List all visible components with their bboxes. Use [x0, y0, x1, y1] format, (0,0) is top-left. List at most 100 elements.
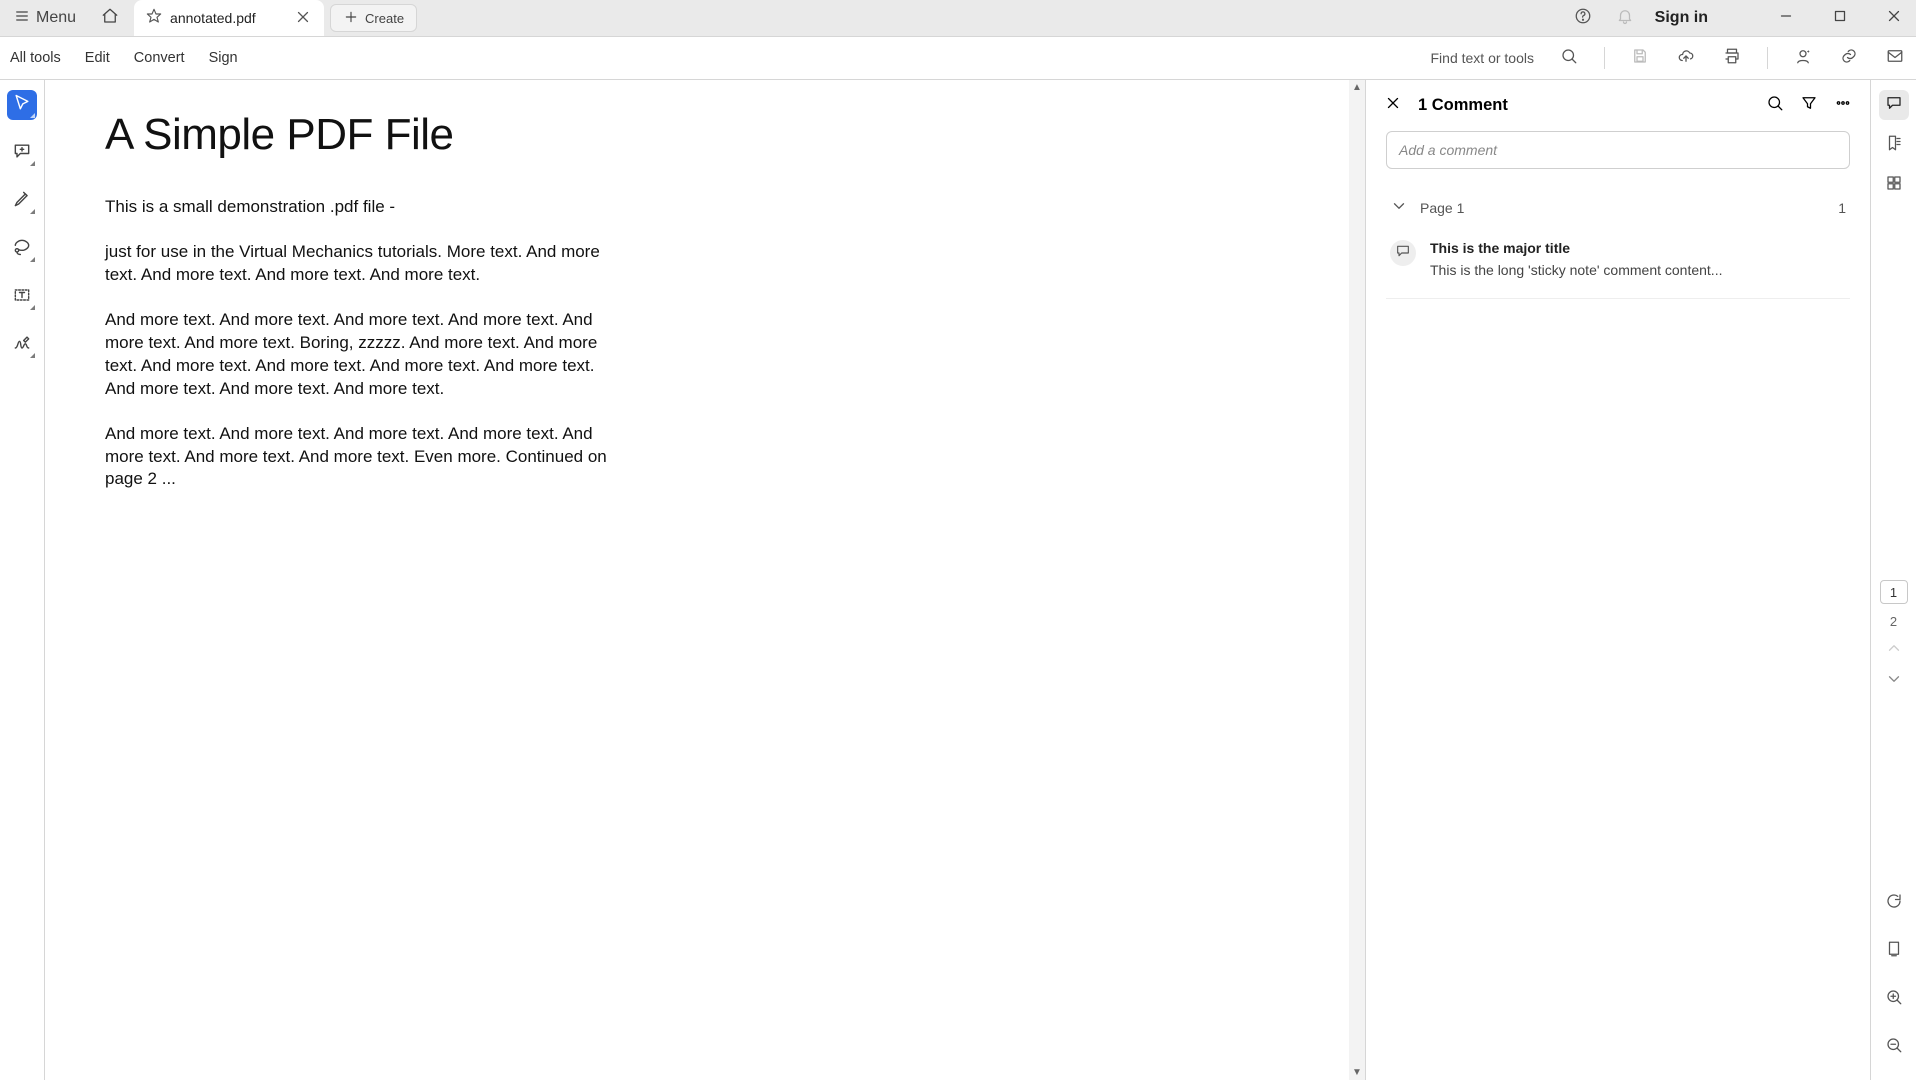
save-icon — [1631, 47, 1649, 70]
sticky-note-icon — [1395, 243, 1411, 264]
window-minimize-button[interactable] — [1768, 0, 1804, 36]
toolbar-convert[interactable]: Convert — [134, 50, 185, 66]
menu-button[interactable]: Menu — [4, 4, 86, 33]
sign-in-button[interactable]: Sign in — [1655, 9, 1708, 27]
comments-rail-button[interactable] — [1879, 90, 1909, 120]
comments-search-button[interactable] — [1766, 94, 1784, 117]
textbox-tool[interactable] — [7, 282, 37, 312]
left-tool-rail — [0, 80, 45, 1080]
comments-more-button[interactable] — [1834, 94, 1852, 117]
comments-list: Page 1 1 This is the major title This is… — [1366, 179, 1870, 299]
sign-tool[interactable] — [7, 330, 37, 360]
highlighter-icon — [12, 189, 32, 214]
bookmarks-rail-button[interactable] — [1879, 130, 1909, 160]
document-area[interactable]: IRON IRON IRON IRON IRON IRON — [45, 80, 1365, 1080]
zoom-out-button[interactable] — [1879, 1032, 1909, 1062]
comment-entry[interactable]: This is the major title This is the long… — [1386, 226, 1850, 299]
create-label: Create — [365, 11, 404, 26]
help-icon — [1574, 7, 1592, 30]
comments-close-button[interactable] — [1384, 94, 1402, 117]
tab-title: annotated.pdf — [170, 10, 286, 26]
add-comment-placeholder: Add a comment — [1399, 142, 1497, 158]
grid-icon — [1885, 174, 1903, 197]
chevron-down-icon — [1390, 197, 1408, 218]
search-button[interactable] — [1558, 47, 1580, 69]
email-button[interactable] — [1884, 47, 1906, 69]
document-paragraph: This is a small demonstration .pdf file … — [105, 196, 625, 219]
vertical-scrollbar[interactable]: ▲ ▼ — [1349, 80, 1365, 1080]
page-down-button[interactable] — [1885, 670, 1903, 691]
close-icon — [1885, 7, 1903, 30]
home-button[interactable] — [92, 0, 128, 36]
current-page-value: 1 — [1890, 585, 1897, 600]
current-page-input[interactable]: 1 — [1880, 580, 1908, 604]
page-up-button[interactable] — [1885, 639, 1903, 660]
window-close-button[interactable] — [1876, 0, 1912, 36]
zoom-in-button[interactable] — [1879, 984, 1909, 1014]
sparkle-person-icon — [1794, 47, 1812, 70]
document-tab[interactable]: annotated.pdf — [134, 0, 324, 36]
share-cloud-button[interactable] — [1675, 47, 1697, 69]
notifications-button[interactable] — [1613, 6, 1637, 30]
mail-icon — [1886, 47, 1904, 70]
page-fit-button[interactable] — [1879, 936, 1909, 966]
rotate-button[interactable] — [1879, 888, 1909, 918]
comments-filter-button[interactable] — [1800, 94, 1818, 117]
comment-tool[interactable] — [7, 138, 37, 168]
close-icon — [294, 13, 312, 29]
titlebar: Menu annotated.pdf Create Sign in — [0, 0, 1916, 36]
signature-icon — [12, 333, 32, 358]
document-title: A Simple PDF File — [105, 110, 1289, 160]
link-icon — [1840, 47, 1858, 70]
document-paragraph: And more text. And more text. And more t… — [105, 423, 625, 492]
close-icon — [1384, 99, 1402, 116]
comment-body: This is the long 'sticky note' comment c… — [1430, 262, 1846, 278]
print-icon — [1723, 47, 1741, 70]
bell-icon — [1616, 7, 1634, 30]
toolbar-edit[interactable]: Edit — [85, 50, 110, 66]
comments-page-row[interactable]: Page 1 1 — [1386, 189, 1850, 226]
draw-tool[interactable] — [7, 234, 37, 264]
hamburger-icon — [14, 8, 30, 29]
tab-close-button[interactable] — [294, 8, 312, 29]
toolbar-all-tools[interactable]: All tools — [10, 50, 61, 66]
link-button[interactable] — [1838, 47, 1860, 69]
window-maximize-button[interactable] — [1822, 0, 1858, 36]
search-icon — [1560, 47, 1578, 70]
comment-icon — [1885, 94, 1903, 117]
comment-plus-icon — [12, 141, 32, 166]
document-paragraph: just for use in the Virtual Mechanics tu… — [105, 241, 625, 287]
divider — [1604, 47, 1605, 69]
comments-header: 1 Comment — [1366, 80, 1870, 131]
print-button[interactable] — [1721, 47, 1743, 69]
bookmark-list-icon — [1885, 134, 1903, 157]
more-icon — [1834, 99, 1852, 116]
minimize-icon — [1777, 7, 1795, 30]
comments-panel: 1 Comment Add a comment Page 1 1 This is… — [1365, 80, 1870, 1080]
toolbar: All tools Edit Convert Sign Find text or… — [0, 36, 1916, 80]
chevron-up-icon — [1885, 644, 1903, 660]
help-button[interactable] — [1571, 6, 1595, 30]
create-button[interactable]: Create — [330, 4, 417, 32]
toolbar-sign[interactable]: Sign — [209, 50, 238, 66]
thumbnails-rail-button[interactable] — [1879, 170, 1909, 200]
select-tool[interactable] — [7, 90, 37, 120]
comments-page-label: Page 1 — [1420, 200, 1464, 216]
chevron-down-icon — [1885, 675, 1903, 691]
comment-title: This is the major title — [1430, 240, 1846, 256]
plus-icon — [343, 9, 359, 28]
titlebar-right: Sign in — [1571, 0, 1912, 36]
find-label[interactable]: Find text or tools — [1431, 50, 1535, 66]
add-comment-input[interactable]: Add a comment — [1386, 131, 1850, 169]
star-icon — [146, 8, 162, 29]
document-paragraph: And more text. And more text. And more t… — [105, 309, 625, 401]
maximize-icon — [1831, 7, 1849, 30]
lasso-icon — [12, 237, 32, 262]
rotate-icon — [1885, 892, 1903, 915]
divider — [1767, 47, 1768, 69]
zoom-out-icon — [1885, 1036, 1903, 1059]
ai-assistant-button[interactable] — [1792, 47, 1814, 69]
highlight-tool[interactable] — [7, 186, 37, 216]
save-button[interactable] — [1629, 47, 1651, 69]
scroll-down-icon: ▼ — [1352, 1067, 1362, 1078]
